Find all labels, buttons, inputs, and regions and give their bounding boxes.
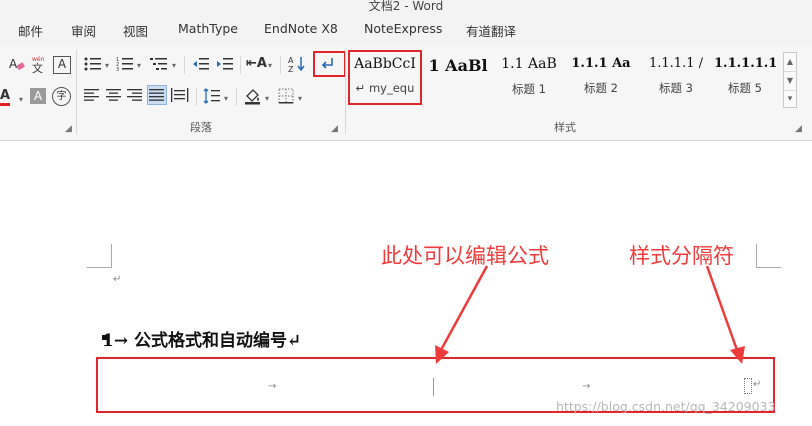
annotation-arrows bbox=[435, 265, 745, 364]
arrow-head-separator bbox=[730, 346, 745, 364]
watermark: https://blog.csdn.net/qq_34209033 bbox=[556, 399, 776, 414]
arrow-to-formula-area bbox=[439, 265, 489, 351]
arrow-to-style-separator bbox=[705, 265, 739, 351]
